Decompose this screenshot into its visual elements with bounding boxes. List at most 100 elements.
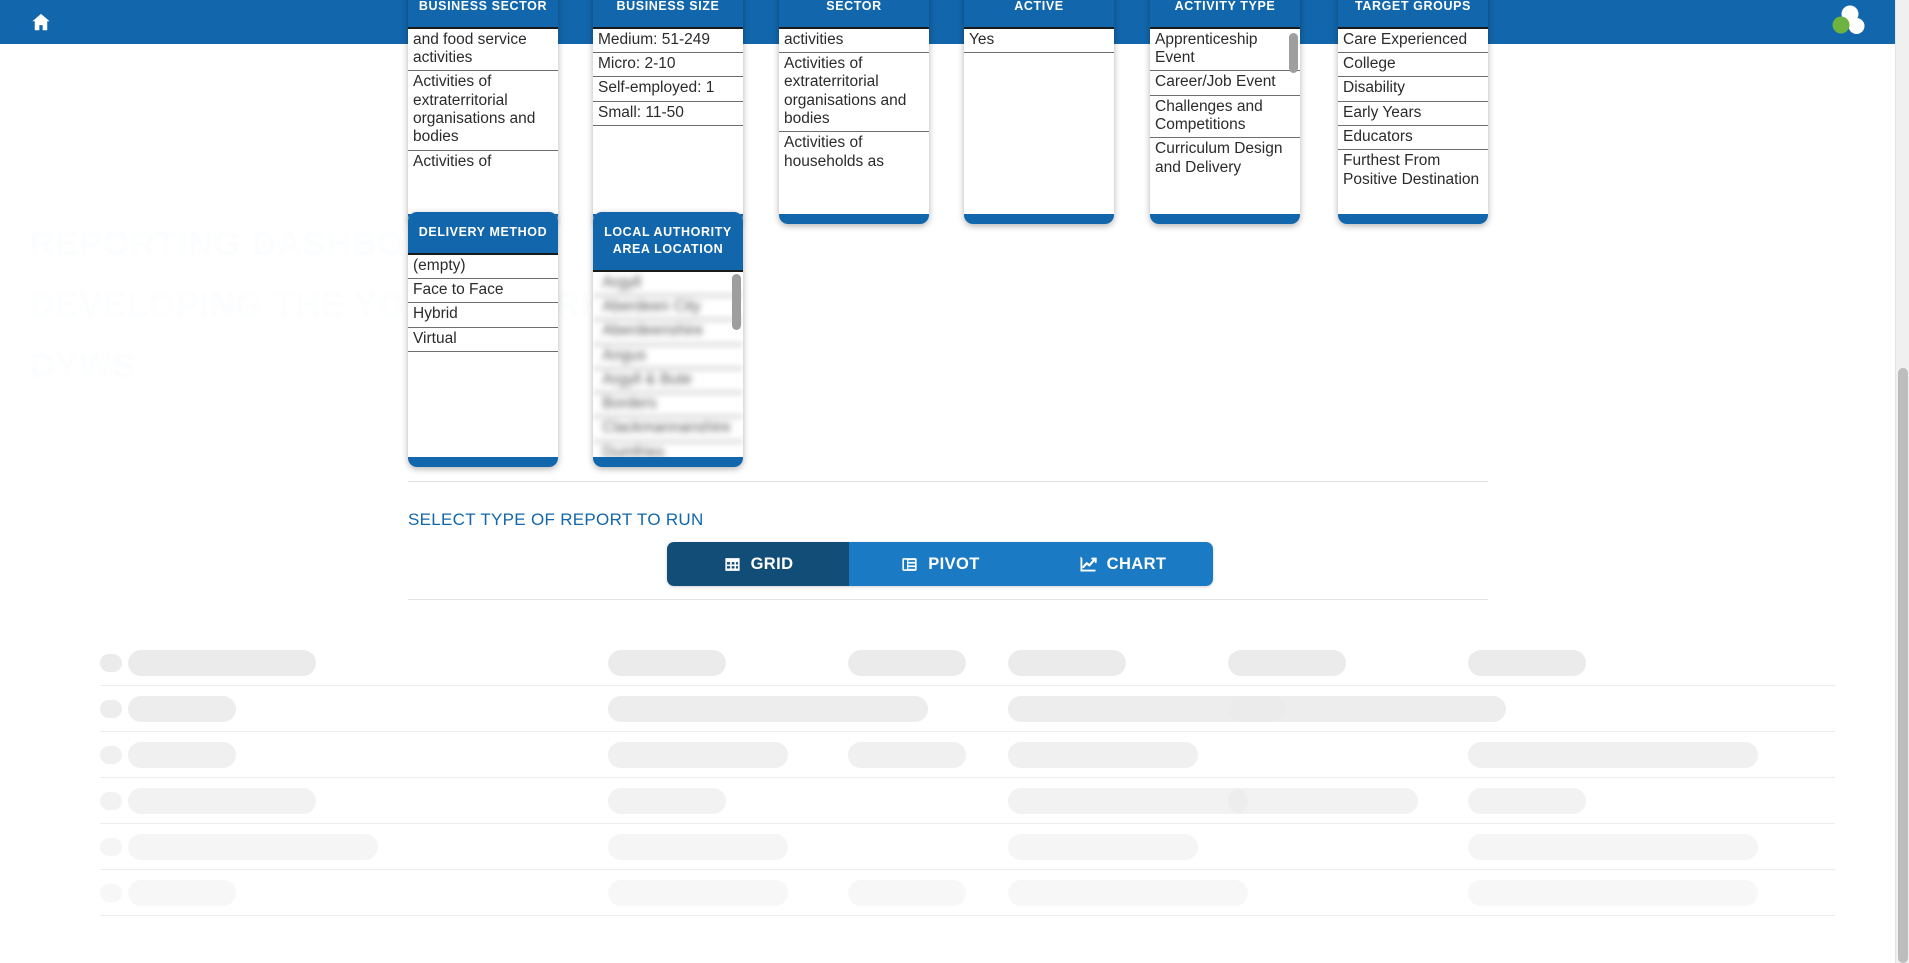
skeleton-cell <box>608 880 788 906</box>
skeleton-cell <box>608 650 726 676</box>
skeleton-cell <box>1228 696 1506 722</box>
slicer-option[interactable]: Hybrid <box>408 303 558 328</box>
results-skeleton-loader <box>0 640 1895 963</box>
slicer-option[interactable]: Virtual <box>408 328 558 352</box>
slicer-body[interactable]: Apprenticeship Event Career/Job Event Ch… <box>1150 26 1300 214</box>
slicer-option[interactable]: College <box>1338 53 1488 78</box>
slicer-title: SECTOR <box>779 0 929 27</box>
skeleton-cell <box>1468 834 1758 860</box>
skeleton-cell <box>100 654 122 672</box>
slicer-option[interactable]: Early Years <box>1338 102 1488 126</box>
skeleton-cell <box>1468 650 1586 676</box>
slicer-body[interactable]: Yes <box>964 26 1114 214</box>
line-chart-icon <box>1078 554 1098 574</box>
home-button[interactable] <box>26 7 56 37</box>
report-type-chart-button[interactable]: CHART <box>1031 542 1213 586</box>
slicer-option[interactable]: Aberdeenshire <box>593 320 743 345</box>
slicer-option-list: Yes <box>964 29 1114 54</box>
slicer-option-list: Argyll Aberdeen City Aberdeenshire Angus… <box>593 272 743 457</box>
slicer-option[interactable]: Medium: 51-249 <box>593 29 743 54</box>
slicer-target-groups[interactable]: TARGET GROUPS Care Experienced College D… <box>1338 0 1488 224</box>
skeleton-cell <box>100 792 122 810</box>
slicer-body[interactable]: Medium: 51-249 Micro: 2-10 Self-employed… <box>593 26 743 214</box>
skeleton-row <box>100 870 1835 916</box>
slicer-option[interactable]: Activities of <box>408 151 558 174</box>
slicer-option[interactable]: Apprenticeship Event <box>1150 29 1300 72</box>
slicer-option[interactable]: Argyll & Bute <box>593 369 743 394</box>
slicer-option[interactable]: Self-employed: 1 <box>593 77 743 102</box>
slicer-option[interactable]: Disability <box>1338 77 1488 102</box>
slicer-option[interactable]: Angus <box>593 345 743 369</box>
slicer-body[interactable]: activities Activities of extraterritoria… <box>779 26 929 214</box>
select-report-type-label: SELECT TYPE OF REPORT TO RUN <box>408 510 704 529</box>
skeleton-cell <box>1228 788 1418 814</box>
report-type-pivot-button[interactable]: PIVOT <box>849 542 1031 586</box>
slicer-title: BUSINESS SECTOR <box>408 0 558 27</box>
slicer-sector-secondary[interactable]: SECTOR activities Activities of extrater… <box>779 0 929 224</box>
report-type-chart-label: CHART <box>1106 554 1167 573</box>
slicer-option[interactable]: Micro: 2-10 <box>593 53 743 78</box>
slicer-option[interactable]: Dumfries <box>593 442 743 457</box>
slicer-scrollbar[interactable] <box>1289 29 1298 214</box>
slicer-delivery-method[interactable]: DELIVERY METHOD (empty) Face to Face Hyb… <box>408 212 558 467</box>
slicer-business-size[interactable]: BUSINESS SIZE Medium: 51-249 Micro: 2-10… <box>593 0 743 224</box>
skeleton-cell <box>1468 880 1758 906</box>
skeleton-cell <box>1468 788 1586 814</box>
slicer-body[interactable]: Care Experienced College Disability Earl… <box>1338 26 1488 214</box>
slicer-option-list: Medium: 51-249 Micro: 2-10 Self-employed… <box>593 29 743 126</box>
slicer-footer <box>593 457 743 467</box>
skeleton-row <box>100 686 1835 732</box>
skeleton-cell <box>128 742 236 768</box>
skeleton-cell <box>608 696 928 722</box>
slicer-option[interactable]: and food service activities <box>408 29 558 72</box>
pivot-icon <box>900 555 919 574</box>
slicer-title: ACTIVE <box>964 0 1114 27</box>
slicer-option-list: Apprenticeship Event Career/Job Event Ch… <box>1150 29 1300 180</box>
slicer-option[interactable]: Challenges and Competitions <box>1150 96 1300 139</box>
slicer-option[interactable]: Career/Job Event <box>1150 71 1300 96</box>
home-icon <box>30 11 52 33</box>
slicer-body[interactable]: and food service activities Activities o… <box>408 26 558 214</box>
skeleton-cell <box>608 788 726 814</box>
slicer-scrollbar-thumb[interactable] <box>1289 32 1298 73</box>
slicer-option[interactable]: Activities of extraterritorial organisat… <box>779 53 929 133</box>
skeleton-cell <box>128 880 236 906</box>
slicer-option[interactable]: Face to Face <box>408 279 558 304</box>
slicer-business-sector[interactable]: BUSINESS SECTOR and food service activit… <box>408 0 558 224</box>
slicer-option[interactable]: Borders <box>593 393 743 418</box>
slicer-option[interactable]: Curriculum Design and Delivery <box>1150 138 1300 180</box>
slicer-title: BUSINESS SIZE <box>593 0 743 27</box>
slicer-local-authority-area-location[interactable]: LOCAL AUTHORITY AREA LOCATION Argyll Abe… <box>593 212 743 467</box>
slicer-activity-type[interactable]: ACTIVITY TYPE Apprenticeship Event Caree… <box>1150 0 1300 224</box>
slicer-body[interactable]: (empty) Face to Face Hybrid Virtual <box>408 252 558 457</box>
report-type-grid-button[interactable]: GRID <box>667 542 849 586</box>
slicer-option[interactable]: Furthest From Positive Destination <box>1338 150 1488 192</box>
page-scrollbar[interactable] <box>1895 0 1909 963</box>
slicer-option[interactable]: Aberdeen City <box>593 296 743 321</box>
slicer-option[interactable]: Care Experienced <box>1338 29 1488 54</box>
slicer-option[interactable]: Argyll <box>593 272 743 297</box>
slicer-option[interactable]: Small: 11-50 <box>593 102 743 126</box>
slicer-option[interactable]: Educators <box>1338 126 1488 151</box>
slicer-option[interactable]: Activities of extraterritorial organisat… <box>408 71 558 151</box>
slicer-scrollbar-thumb[interactable] <box>732 273 741 330</box>
slicer-body[interactable]: Argyll Aberdeen City Aberdeenshire Angus… <box>593 269 743 457</box>
page-scrollbar-thumb[interactable] <box>1898 368 1908 963</box>
slicer-option[interactable]: Clackmannanshire <box>593 417 743 442</box>
slicer-option[interactable]: (empty) <box>408 255 558 280</box>
slicer-option[interactable]: activities <box>779 29 929 54</box>
slicer-option[interactable]: Yes <box>964 29 1114 54</box>
slicer-footer <box>964 214 1114 224</box>
slicer-footer <box>408 457 558 467</box>
report-type-grid-label: GRID <box>750 554 794 573</box>
skeleton-cell <box>608 742 788 768</box>
slicer-scrollbar[interactable] <box>732 272 741 457</box>
slicer-active-flag[interactable]: ACTIVE Yes <box>964 0 1114 224</box>
skeleton-cell <box>608 834 788 860</box>
skeleton-cell <box>128 696 236 722</box>
skeleton-row <box>100 732 1835 778</box>
skeleton-cell <box>128 650 316 676</box>
slicer-option-list: activities Activities of extraterritoria… <box>779 29 929 174</box>
slicer-option[interactable]: Activities of households as <box>779 132 929 174</box>
skeleton-cell <box>848 742 966 768</box>
